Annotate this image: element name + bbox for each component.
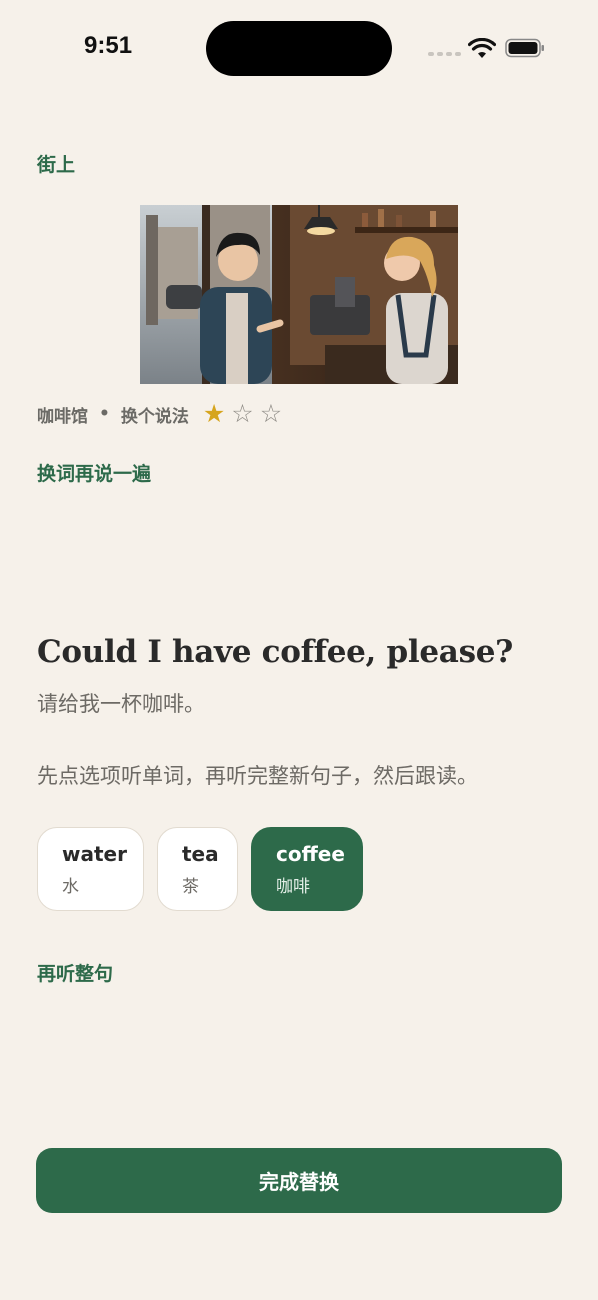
battery-icon xyxy=(505,38,544,58)
wifi-icon xyxy=(468,38,496,58)
option-coffee[interactable]: coffee 咖啡 xyxy=(251,827,363,911)
option-word: water xyxy=(62,842,127,866)
star-filled-icon: ★ xyxy=(202,399,226,428)
star-empty-icon: ☆ xyxy=(231,399,254,428)
status-bar: 9:51 xyxy=(0,0,598,96)
scene-meta: 咖啡馆 • 换个说法 ★ ☆ ☆ xyxy=(37,400,282,428)
option-tea[interactable]: tea 茶 xyxy=(157,827,238,911)
complete-button[interactable]: 完成替换 xyxy=(36,1148,562,1213)
option-word: tea xyxy=(182,842,219,866)
scene-mode: 换个说法 xyxy=(120,406,189,427)
relisten-link[interactable]: 再听整句 xyxy=(37,959,113,986)
option-water[interactable]: water 水 xyxy=(37,827,144,911)
star-empty-icon: ☆ xyxy=(259,399,283,428)
option-translation: 水 xyxy=(62,877,79,897)
target-sentence: Could I have coffee, please? xyxy=(37,634,514,670)
meta-separator: • xyxy=(99,404,110,424)
status-time: 9:51 xyxy=(84,32,133,59)
difficulty-rating: ★ ☆ ☆ xyxy=(203,400,282,428)
option-word: coffee xyxy=(276,842,345,866)
scene-place: 咖啡馆 xyxy=(37,406,88,427)
retry-link[interactable]: 换词再说一遍 xyxy=(37,459,151,486)
cellular-signal-icon xyxy=(428,52,461,56)
dynamic-island xyxy=(206,21,392,76)
scene-illustration xyxy=(140,205,458,384)
sentence-translation: 请给我一杯咖啡。 xyxy=(37,692,205,716)
word-options: water 水 tea 茶 coffee 咖啡 xyxy=(37,827,363,911)
instruction-text: 先点选项听单词，再听完整新句子，然后跟读。 xyxy=(37,764,478,788)
option-translation: 咖啡 xyxy=(276,877,310,897)
option-translation: 茶 xyxy=(182,877,199,897)
location-label: 街上 xyxy=(37,154,76,176)
